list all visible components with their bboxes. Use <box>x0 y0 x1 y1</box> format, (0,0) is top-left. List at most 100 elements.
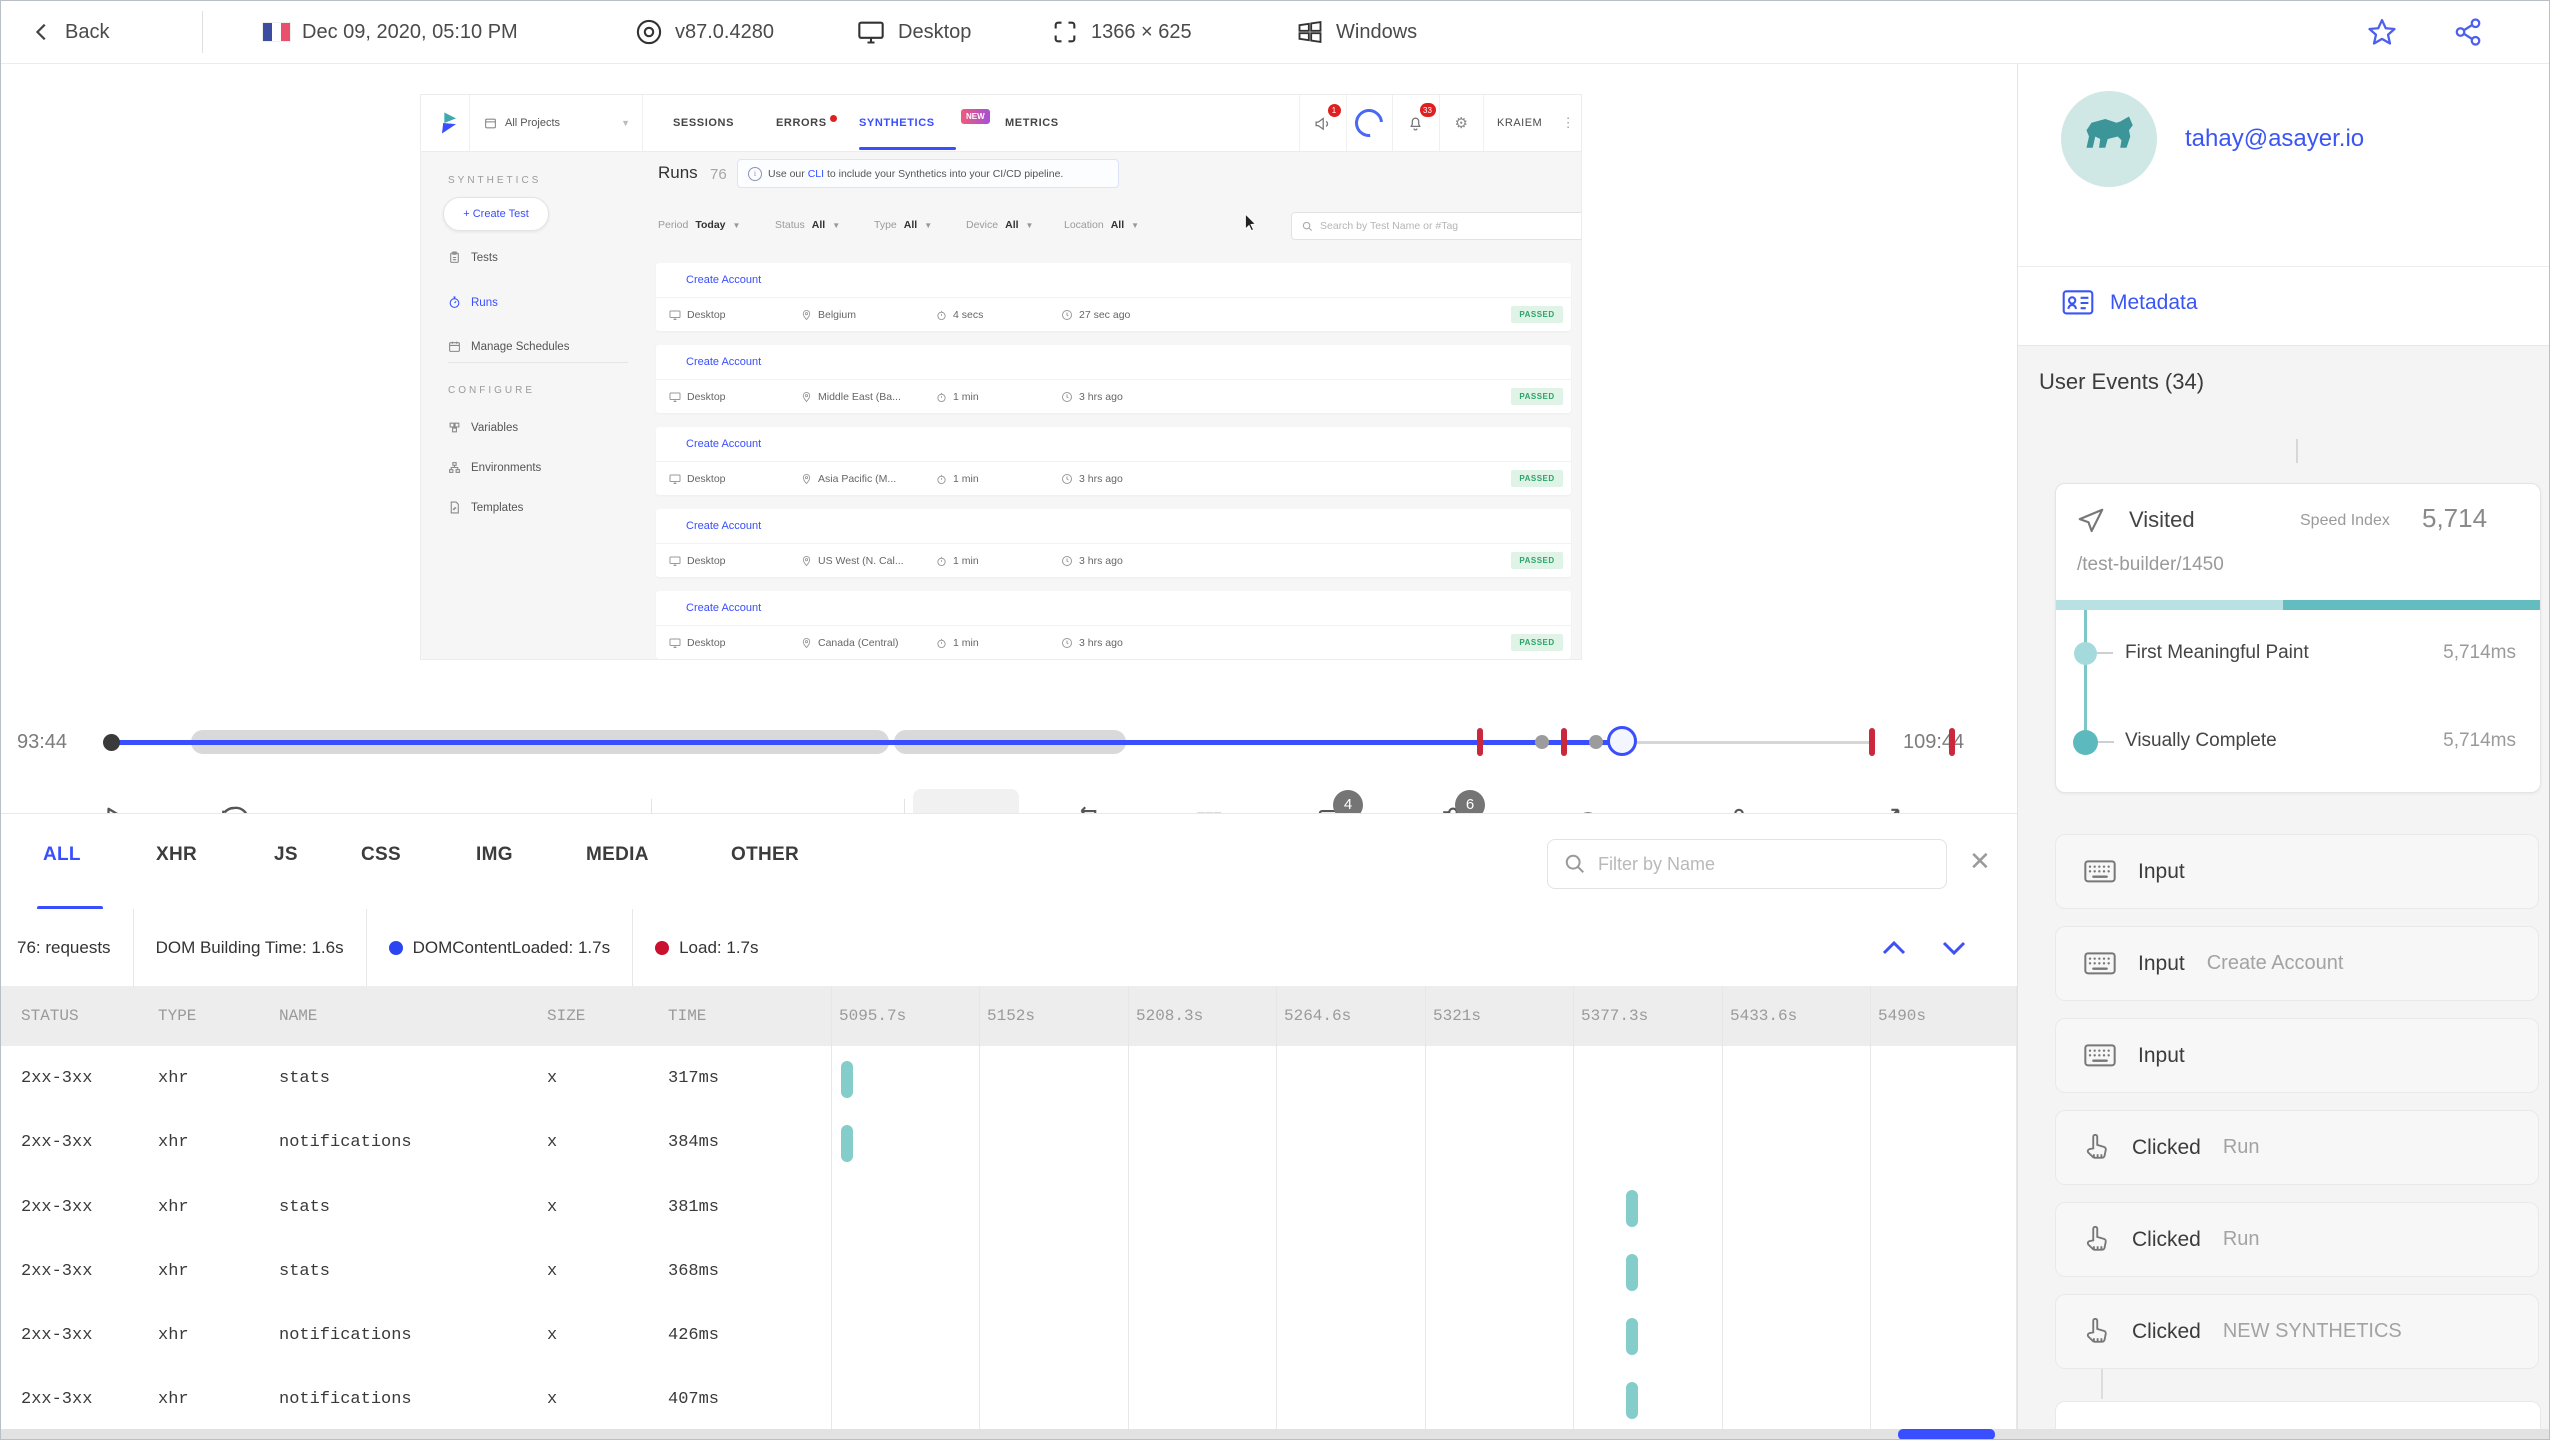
timeline-error-marker[interactable] <box>1949 728 1955 756</box>
col-type: TYPE <box>158 1007 197 1025</box>
sidebar-item-variables[interactable]: Variables <box>448 421 518 434</box>
cli-link[interactable]: CLI <box>808 168 824 180</box>
share-button[interactable] <box>2453 1 2483 63</box>
test-search-input[interactable]: Search by Test Name or #Tag <box>1291 212 1581 240</box>
run-card[interactable]: Create Account Desktop Belgium 4 secs 27… <box>656 263 1571 331</box>
timeline-event-dot[interactable] <box>1589 735 1603 749</box>
megaphone-icon <box>1315 116 1329 130</box>
col-name: NAME <box>279 1007 318 1025</box>
filter-device[interactable]: Device All ▼ <box>966 219 1033 231</box>
timeline-event-dot[interactable] <box>1535 735 1549 749</box>
tab-media[interactable]: MEDIA <box>586 844 649 866</box>
app-nav-actions: 1 33 ⚙ KRAIEM ⋮ <box>1299 95 1581 151</box>
sidebar-item-tests[interactable]: Tests <box>448 251 498 264</box>
browser-info: v87.0.4280 <box>635 1 774 63</box>
jump-next-icon[interactable] <box>1939 935 1969 961</box>
timeline-track-remaining[interactable] <box>1622 741 1872 744</box>
back-button[interactable]: Back <box>31 1 109 63</box>
metadata-button[interactable]: Metadata <box>2062 290 2198 316</box>
fmp-label: First Meaningful Paint <box>2125 642 2309 663</box>
announcements-button[interactable]: 1 <box>1299 95 1346 151</box>
input-event-card[interactable]: Input Create Account <box>2055 926 2539 1001</box>
playback-timeline[interactable]: 93:44 109:44 <box>1 721 2017 785</box>
tab-img[interactable]: IMG <box>476 844 513 866</box>
browser-version: v87.0.4280 <box>675 20 774 43</box>
sidebar-section-synthetics: SYNTHETICS <box>448 175 542 186</box>
user-email-link[interactable]: tahay@asayer.io <box>2185 125 2364 153</box>
test-search-placeholder: Search by Test Name or #Tag <box>1320 220 1459 232</box>
filter-period[interactable]: Period Today ▼ <box>658 219 740 231</box>
run-card[interactable]: Create Account Desktop Middle East (Ba..… <box>656 345 1571 413</box>
network-request-row[interactable]: 2xx-3xx xhr notifications x 384ms <box>1 1111 2017 1175</box>
run-status-badge: PASSED <box>1511 634 1563 651</box>
app-tab-synthetics[interactable]: SYNTHETICS <box>859 95 935 151</box>
notifications-button[interactable]: 33 <box>1392 95 1439 151</box>
user-name-label: KRAIEM <box>1497 117 1543 129</box>
animal-avatar-icon <box>2086 116 2133 148</box>
playhead-handle[interactable] <box>1607 726 1637 756</box>
app-tab-metrics[interactable]: METRICS <box>1005 95 1059 151</box>
favorite-button[interactable] <box>2367 1 2397 63</box>
clock-icon <box>1062 473 1072 484</box>
app-tab-sessions[interactable]: SESSIONS <box>673 95 734 151</box>
network-request-row[interactable]: 2xx-3xx xhr stats x 368ms <box>1 1240 2017 1304</box>
run-status-badge: PASSED <box>1511 306 1563 323</box>
cli-info-banner: i Use our CLI to include your Synthetics… <box>737 159 1119 188</box>
scrollbar-thumb[interactable] <box>1898 1429 1995 1439</box>
run-card[interactable]: Create Account Desktop US West (N. Cal..… <box>656 509 1571 577</box>
app-tab-errors[interactable]: ERRORS <box>776 95 837 151</box>
tab-js[interactable]: JS <box>274 844 298 866</box>
settings-button[interactable]: ⚙ <box>1438 95 1484 151</box>
input-event-card[interactable]: Input <box>2055 1018 2539 1093</box>
project-selector[interactable]: All Projects ▼ <box>469 95 643 151</box>
timeline-error-marker[interactable] <box>1869 728 1875 756</box>
info-icon: i <box>748 166 762 181</box>
pointer-hand-icon <box>2086 1133 2107 1159</box>
network-filter-tabs: ALL XHR JS CSS IMG MEDIA OTHER Filter by… <box>1 813 2017 911</box>
run-name-link[interactable]: Create Account <box>656 591 1571 626</box>
sidebar-item-environments[interactable]: Environments <box>448 461 541 474</box>
bottom-scroll-strip[interactable] <box>1 1429 2549 1439</box>
tab-all[interactable]: ALL <box>43 844 81 866</box>
clicked-event-card[interactable]: Clicked Run <box>2055 1110 2539 1185</box>
timeline-error-marker[interactable] <box>1561 728 1567 756</box>
network-request-row[interactable]: 2xx-3xx xhr notifications x 426ms <box>1 1304 2017 1368</box>
share-icon <box>2453 17 2483 47</box>
keyboard-icon <box>2084 859 2116 882</box>
network-request-row[interactable]: 2xx-3xx xhr stats x 317ms <box>1 1047 2017 1111</box>
network-request-row[interactable]: 2xx-3xx xhr stats x 381ms <box>1 1176 2017 1240</box>
filter-by-name-input[interactable]: Filter by Name <box>1547 839 1947 889</box>
run-card[interactable]: Create Account Desktop Canada (Central) … <box>656 591 1571 659</box>
tab-other[interactable]: OTHER <box>731 844 799 866</box>
col-t6: 5433.6s <box>1730 1007 1798 1025</box>
clicked-event-card[interactable]: Clicked Run <box>2055 1202 2539 1277</box>
filter-location[interactable]: Location All ▼ <box>1064 219 1139 231</box>
user-menu[interactable]: KRAIEM <box>1483 95 1555 151</box>
run-name-link[interactable]: Create Account <box>656 427 1571 462</box>
col-t5: 5377.3s <box>1581 1007 1649 1025</box>
run-card[interactable]: Create Account Desktop Asia Pacific (M..… <box>656 427 1571 495</box>
clicked-event-card[interactable]: Clicked NEW SYNTHETICS <box>2055 1294 2539 1369</box>
sidebar-item-templates[interactable]: Templates <box>448 501 523 514</box>
filter-status[interactable]: Status All ▼ <box>775 219 840 231</box>
timeline-track-played[interactable] <box>111 740 1622 745</box>
visited-event-card[interactable]: Visited Speed Index 5,714 /test-builder/… <box>2055 483 2541 793</box>
timeline-error-marker[interactable] <box>1477 728 1483 756</box>
run-name-link[interactable]: Create Account <box>656 509 1571 544</box>
filter-type[interactable]: Type All ▼ <box>874 219 932 231</box>
close-panel-icon[interactable]: ✕ <box>1969 846 1991 877</box>
input-event-card[interactable]: Input <box>2055 834 2539 909</box>
tab-xhr[interactable]: XHR <box>156 844 197 866</box>
network-request-row[interactable]: 2xx-3xx xhr notifications x 407ms <box>1 1368 2017 1432</box>
create-test-button[interactable]: + Create Test <box>443 197 549 231</box>
replayed-app-screen: All Projects ▼ SESSIONS ERRORS SYNTHETIC… <box>421 95 1581 659</box>
kebab-menu[interactable]: ⋮ <box>1555 95 1581 151</box>
run-name-link[interactable]: Create Account <box>656 263 1571 298</box>
sidebar-item-runs[interactable]: Runs <box>448 296 498 309</box>
tab-css[interactable]: CSS <box>361 844 401 866</box>
sidebar-item-manage-schedules[interactable]: Manage Schedules <box>448 340 569 353</box>
jump-prev-icon[interactable] <box>1879 935 1909 961</box>
run-name-link[interactable]: Create Account <box>656 345 1571 380</box>
fmp-value: 5,714ms <box>2443 642 2516 663</box>
search-icon <box>1302 221 1313 231</box>
